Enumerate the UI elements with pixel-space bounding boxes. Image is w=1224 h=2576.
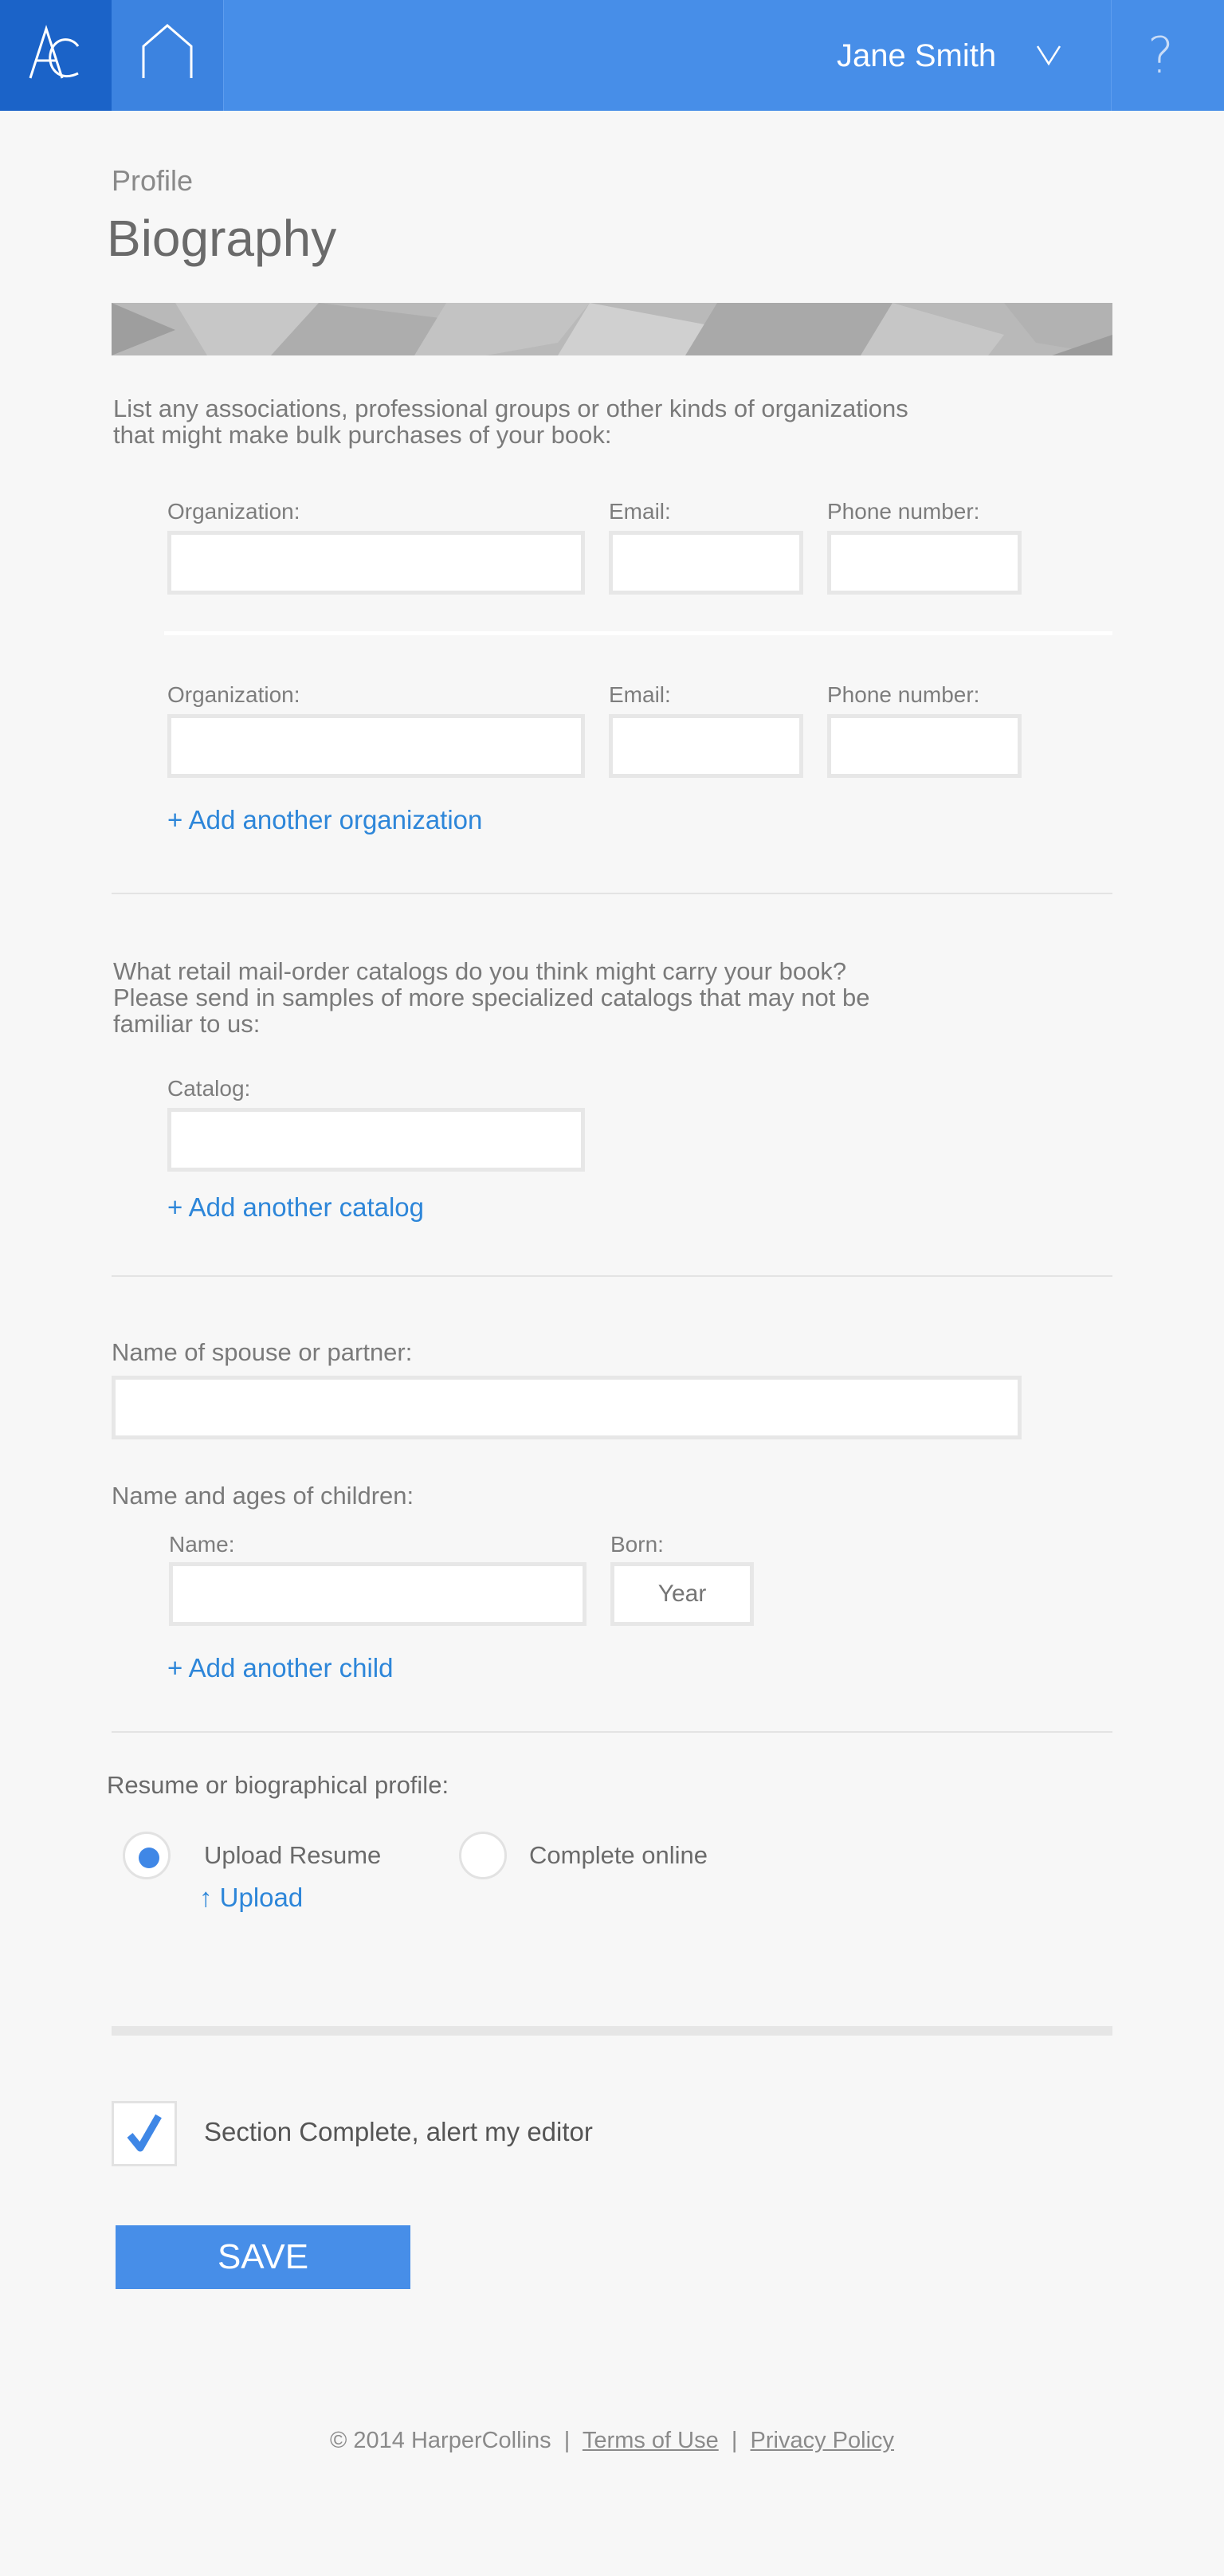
- add-organization-link[interactable]: + Add another organization: [167, 805, 482, 835]
- save-button[interactable]: SAVE: [116, 2225, 410, 2289]
- catalogs-question-line: What retail mail-order catalogs do you t…: [113, 957, 847, 985]
- section-divider: [112, 893, 1112, 894]
- help-icon[interactable]: ?: [1148, 24, 1174, 88]
- breadcrumb: Profile: [112, 164, 194, 197]
- organization-label: Organization:: [167, 682, 300, 707]
- checkmark-icon: [127, 2114, 162, 2152]
- app-logo-icon: [29, 25, 80, 79]
- geometric-pattern-icon: [112, 303, 1112, 355]
- organizations-question: List any associations, professional grou…: [113, 395, 1030, 448]
- radio-selected-dot: [139, 1848, 159, 1868]
- terms-of-use-link[interactable]: Terms of Use: [583, 2428, 719, 2453]
- organization-label: Organization:: [167, 499, 300, 524]
- decorative-banner: [112, 303, 1112, 355]
- upload-resume-radio[interactable]: [123, 1832, 171, 1879]
- email-input[interactable]: [609, 714, 803, 778]
- add-child-link[interactable]: + Add another child: [167, 1653, 393, 1683]
- privacy-policy-link[interactable]: Privacy Policy: [751, 2428, 895, 2453]
- footer-separator: |: [731, 2428, 738, 2453]
- organization-input[interactable]: [167, 714, 585, 778]
- phone-input[interactable]: [827, 714, 1022, 778]
- email-input[interactable]: [609, 531, 803, 595]
- resume-label: Resume or biographical profile:: [107, 1771, 449, 1799]
- email-label: Email:: [609, 499, 671, 524]
- catalog-input[interactable]: [167, 1108, 585, 1172]
- user-menu-name[interactable]: Jane Smith: [837, 35, 996, 77]
- child-born-label: Born:: [610, 1532, 664, 1557]
- email-label: Email:: [609, 682, 671, 707]
- catalog-label: Catalog:: [167, 1076, 251, 1101]
- home-icon: [142, 24, 193, 78]
- add-catalog-link[interactable]: + Add another catalog: [167, 1192, 424, 1223]
- home-button[interactable]: [112, 0, 224, 111]
- phone-label: Phone number:: [827, 682, 980, 707]
- section-divider: [112, 1275, 1112, 1277]
- spouse-input[interactable]: [112, 1376, 1022, 1439]
- child-year-input[interactable]: [610, 1562, 754, 1626]
- complete-online-option-label[interactable]: Complete online: [529, 1841, 708, 1870]
- section-complete-checkbox[interactable]: [112, 2101, 177, 2166]
- app-logo[interactable]: [0, 0, 112, 111]
- upload-link[interactable]: ↑ Upload: [199, 1883, 303, 1913]
- section-complete-label[interactable]: Section Complete, alert my editor: [204, 2117, 593, 2147]
- footer: © 2014 HarperCollins | Terms of Use | Pr…: [0, 2428, 1224, 2454]
- section-separator-bar: [112, 2026, 1112, 2036]
- page-title: Biography: [107, 210, 337, 267]
- catalogs-question-line: Please send in samples of more specializ…: [113, 984, 870, 1011]
- chevron-down-icon[interactable]: [1034, 43, 1063, 67]
- upload-resume-option-label[interactable]: Upload Resume: [204, 1841, 381, 1870]
- footer-separator: |: [563, 2428, 571, 2453]
- spouse-label: Name of spouse or partner:: [112, 1338, 413, 1366]
- catalogs-question-line: familiar to us:: [113, 1010, 261, 1038]
- complete-online-radio[interactable]: [459, 1832, 507, 1879]
- phone-input[interactable]: [827, 531, 1022, 595]
- child-name-input[interactable]: [169, 1562, 586, 1626]
- child-name-label: Name:: [169, 1532, 235, 1557]
- organization-input[interactable]: [167, 531, 585, 595]
- section-divider: [112, 1731, 1112, 1733]
- children-label: Name and ages of children:: [112, 1482, 414, 1510]
- copyright-text: © 2014 HarperCollins: [329, 2428, 551, 2453]
- organizations-question-line: that might make bulk purchases of your b…: [113, 421, 612, 449]
- organizations-question-line: List any associations, professional grou…: [113, 395, 908, 422]
- row-divider: [164, 631, 1112, 635]
- catalogs-question: What retail mail-order catalogs do you t…: [113, 958, 1030, 1037]
- phone-label: Phone number:: [827, 499, 980, 524]
